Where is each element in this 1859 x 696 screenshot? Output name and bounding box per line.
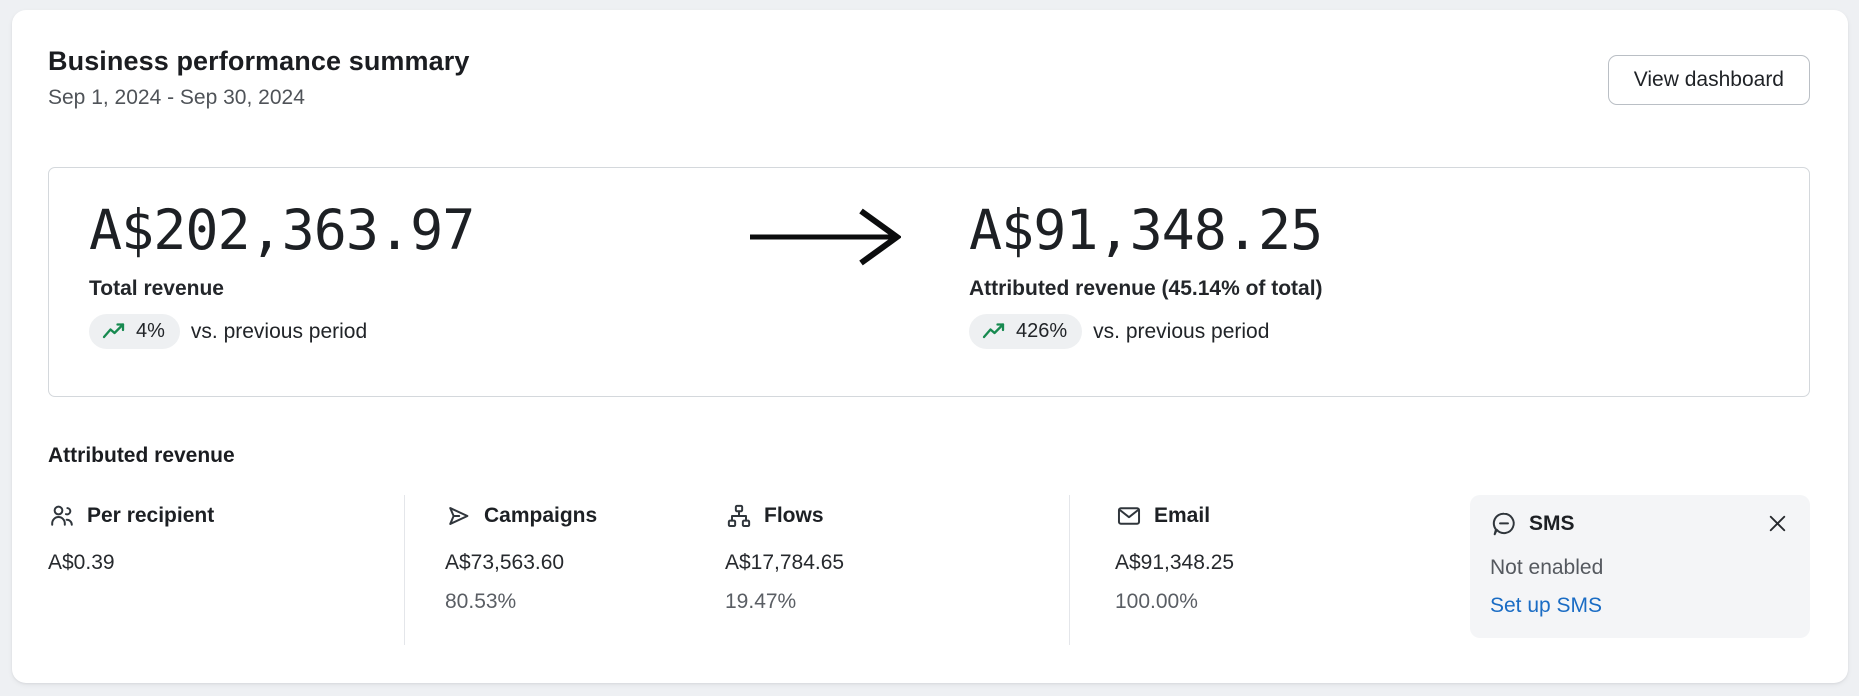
- total-revenue-value: A$202,363.97: [89, 198, 749, 262]
- view-dashboard-button[interactable]: View dashboard: [1608, 55, 1810, 105]
- metric-col-flows: Flows A$17,784.65 19.47%: [725, 495, 1070, 645]
- sms-status-text: Not enabled: [1490, 556, 1792, 580]
- page-title: Business performance summary: [48, 46, 469, 77]
- metric-label: Flows: [764, 504, 824, 528]
- set-up-sms-link[interactable]: Set up SMS: [1490, 594, 1602, 618]
- total-revenue-block: A$202,363.97 Total revenue 4% vs. previo…: [89, 198, 749, 349]
- sms-card-close-button[interactable]: [1763, 509, 1792, 538]
- attributed-revenue-value: A$91,348.25: [969, 198, 1323, 262]
- flows-icon: [725, 502, 753, 530]
- metric-col-per-recipient: Per recipient A$0.39: [48, 495, 405, 645]
- send-icon: [445, 502, 473, 530]
- metric-label: Campaigns: [484, 504, 597, 528]
- total-revenue-change-badge: 4%: [89, 314, 180, 349]
- arrow-wrap: [749, 198, 969, 271]
- metric-col-campaigns: Campaigns A$73,563.60 80.53%: [405, 495, 725, 645]
- metric-label: SMS: [1529, 512, 1575, 536]
- total-revenue-label: Total revenue: [89, 277, 749, 301]
- total-revenue-change-suffix: vs. previous period: [191, 320, 367, 344]
- metric-label: Per recipient: [87, 504, 214, 528]
- trend-up-icon: [982, 322, 1007, 341]
- metric-value: A$91,348.25: [1115, 551, 1430, 575]
- date-range: Sep 1, 2024 - Sep 30, 2024: [48, 86, 469, 110]
- revenue-summary-panel: A$202,363.97 Total revenue 4% vs. previo…: [48, 167, 1810, 397]
- metric-percent: 19.47%: [725, 590, 1069, 614]
- sms-icon: [1490, 510, 1518, 538]
- total-revenue-change: 4%: [136, 320, 165, 343]
- attributed-revenue-block: A$91,348.25 Attributed revenue (45.14% o…: [969, 198, 1323, 349]
- business-performance-card: Business performance summary Sep 1, 2024…: [12, 10, 1848, 683]
- attributed-revenue-change-badge: 426%: [969, 314, 1082, 349]
- close-icon: [1765, 511, 1790, 536]
- metric-value: A$73,563.60: [445, 551, 725, 575]
- attributed-revenue-change: 426%: [1016, 320, 1067, 343]
- card-header: Business performance summary Sep 1, 2024…: [48, 46, 1810, 110]
- metric-percent: 80.53%: [445, 590, 725, 614]
- long-right-arrow-icon: [749, 208, 901, 266]
- email-icon: [1115, 502, 1143, 530]
- attributed-revenue-label: Attributed revenue (45.14% of total): [969, 277, 1323, 301]
- trend-up-icon: [102, 322, 127, 341]
- sms-promo-card: SMS Not enabled Set up SMS: [1470, 495, 1810, 638]
- attributed-revenue-section-heading: Attributed revenue: [48, 444, 1810, 468]
- total-revenue-change-row: 4% vs. previous period: [89, 314, 749, 349]
- metric-label: Email: [1154, 504, 1210, 528]
- attributed-revenue-change-suffix: vs. previous period: [1093, 320, 1269, 344]
- metric-value: A$0.39: [48, 551, 404, 575]
- metric-col-email: Email A$91,348.25 100.00%: [1070, 495, 1430, 645]
- metric-value: A$17,784.65: [725, 551, 1069, 575]
- attributed-revenue-change-row: 426% vs. previous period: [969, 314, 1323, 349]
- metric-percent: 100.00%: [1115, 590, 1430, 614]
- people-icon: [48, 502, 76, 530]
- attributed-metrics-row: Per recipient A$0.39 Campaigns A$73,563.…: [48, 495, 1810, 645]
- header-text: Business performance summary Sep 1, 2024…: [48, 46, 469, 110]
